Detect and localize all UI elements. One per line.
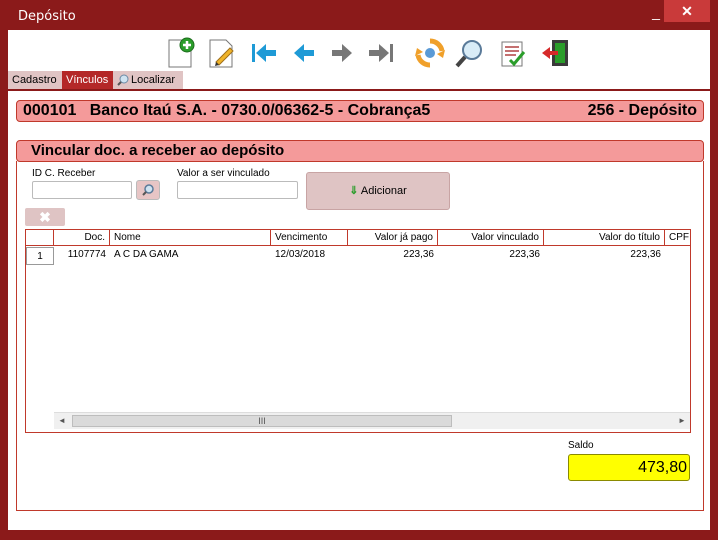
- horizontal-scrollbar[interactable]: ◄ III ►: [54, 412, 690, 429]
- col-valor-titulo[interactable]: Valor do título: [544, 230, 665, 246]
- title-bar: Depósito _ ✕: [0, 0, 718, 30]
- exit-icon: [542, 40, 568, 66]
- saldo-value: 473,80: [568, 454, 690, 481]
- search-icon: [455, 40, 482, 68]
- previous-record-icon: [294, 44, 314, 62]
- col-vencimento[interactable]: Vencimento: [271, 230, 348, 246]
- first-record-button[interactable]: [246, 36, 280, 70]
- section-title: Vincular doc. a receber ao depósito: [16, 140, 704, 162]
- row-number[interactable]: 1: [26, 247, 54, 265]
- id-receber-input[interactable]: [32, 181, 132, 199]
- scroll-right-icon[interactable]: ►: [676, 415, 688, 427]
- col-cpf[interactable]: CPF: [665, 230, 690, 246]
- col-nome[interactable]: Nome: [110, 230, 271, 246]
- saldo-label: Saldo: [568, 440, 594, 451]
- search-icon: [142, 184, 154, 196]
- valor-vinculado-input[interactable]: [177, 181, 298, 199]
- new-document-icon: [168, 37, 195, 68]
- search-button[interactable]: [453, 36, 487, 70]
- add-button[interactable]: ⇓ Adicionar: [306, 172, 450, 210]
- next-record-icon: [332, 44, 352, 62]
- cell-valor-vinculado[interactable]: 223,36: [438, 247, 544, 263]
- magnifier-icon: [117, 74, 129, 86]
- id-receber-label: ID C. Receber: [32, 168, 96, 179]
- row-header-corner: [26, 230, 54, 246]
- last-record-icon: [369, 44, 393, 62]
- tab-vinculos[interactable]: Vínculos: [62, 71, 113, 89]
- first-record-icon: [252, 44, 276, 62]
- cell-cpf[interactable]: [665, 247, 690, 263]
- tab-cadastro[interactable]: Cadastro: [8, 71, 62, 89]
- client-area: Cadastro Vínculos Localizar 000101 Banco…: [8, 30, 710, 530]
- valor-vinculado-label: Valor a ser vinculado: [177, 168, 270, 179]
- refresh-button[interactable]: [413, 36, 447, 70]
- col-doc[interactable]: Doc.: [54, 230, 110, 246]
- cell-nome[interactable]: A C DA GAMA: [110, 247, 271, 263]
- add-button-label: Adicionar: [360, 185, 407, 197]
- refresh-icon: [415, 38, 445, 68]
- cell-valor-pago[interactable]: 223,36: [348, 247, 438, 263]
- checklist-button[interactable]: [496, 36, 530, 70]
- window-frame: Depósito _ ✕ Cadastro Vínculos Localizar…: [0, 0, 718, 540]
- col-valor-pago[interactable]: Valor já pago: [348, 230, 438, 246]
- scroll-left-icon[interactable]: ◄: [56, 415, 68, 427]
- id-search-button[interactable]: [136, 180, 160, 200]
- tab-localizar[interactable]: Localizar: [113, 71, 183, 89]
- next-record-button[interactable]: [324, 36, 358, 70]
- edit-document-button[interactable]: [204, 36, 238, 70]
- previous-record-button[interactable]: [286, 36, 320, 70]
- account-info: 000101 Banco Itaú S.A. - 0730.0/06362-5 …: [23, 102, 431, 119]
- cell-doc[interactable]: 1107774: [54, 247, 110, 263]
- window-title: Depósito: [18, 9, 76, 24]
- edit-document-icon: [209, 39, 234, 68]
- deposit-banner: 000101 Banco Itaú S.A. - 0730.0/06362-5 …: [16, 100, 704, 122]
- checklist-icon: [501, 41, 526, 67]
- close-button[interactable]: ✕: [664, 0, 710, 22]
- new-document-button[interactable]: [163, 36, 197, 70]
- last-record-button[interactable]: [365, 36, 399, 70]
- exit-button[interactable]: [538, 36, 572, 70]
- cell-valor-titulo[interactable]: 223,36: [544, 247, 665, 263]
- cell-vencimento[interactable]: 12/03/2018: [271, 247, 348, 263]
- scroll-thumb[interactable]: III: [72, 415, 452, 427]
- col-valor-vinculado[interactable]: Valor vinculado: [438, 230, 544, 246]
- deposit-info: 256 - Depósito: [587, 102, 697, 119]
- down-arrow-icon: ⇓: [349, 185, 359, 197]
- tab-localizar-label: Localizar: [131, 74, 176, 86]
- documents-grid: Doc. Nome Vencimento Valor já pago Valor…: [25, 229, 691, 433]
- delete-button[interactable]: ✖: [25, 208, 65, 226]
- tab-divider: [8, 89, 710, 91]
